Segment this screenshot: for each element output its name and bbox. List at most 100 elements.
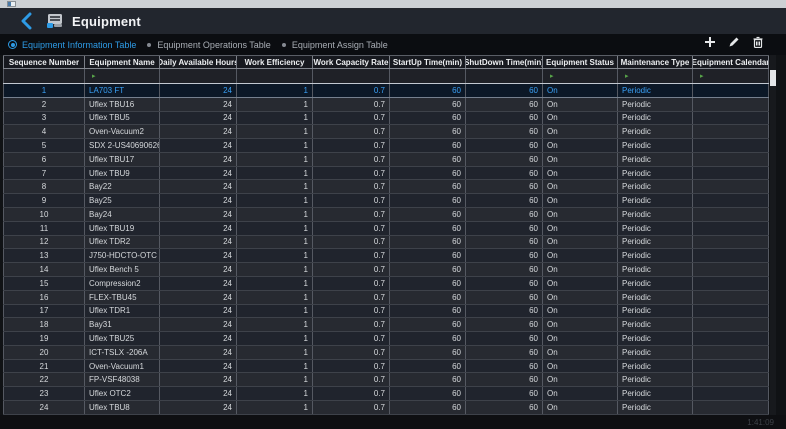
- filter-cell-daily_available_hours[interactable]: [160, 69, 237, 83]
- cell-shutdown_time: 60: [466, 222, 543, 235]
- back-button[interactable]: [19, 11, 35, 31]
- table-row[interactable]: 3Uflex TBU52410.76060OnPeriodic: [3, 112, 769, 126]
- filter-cell-sequence_number[interactable]: [3, 69, 85, 83]
- table-row[interactable]: 19Uflex TBU252410.76060OnPeriodic: [3, 332, 769, 346]
- column-header-sequence_number[interactable]: Sequence Number: [3, 56, 85, 68]
- add-button[interactable]: [703, 35, 716, 48]
- filter-cell-work_efficiency[interactable]: [237, 69, 313, 83]
- cell-equipment_name: Bay31: [85, 318, 160, 331]
- clock-text: 1:41:09: [747, 418, 774, 427]
- filter-cell-maintenance_type[interactable]: ▸: [618, 69, 693, 83]
- tab-equipment-assign-table[interactable]: Equipment Assign Table: [271, 40, 388, 50]
- cell-work_capacity_rate: 0.7: [313, 346, 390, 359]
- cell-shutdown_time: 60: [466, 84, 543, 97]
- column-header-work_capacity_rate[interactable]: Work Capacity Rate: [313, 56, 390, 68]
- table-row[interactable]: 12Uflex TDR22410.76060OnPeriodic: [3, 236, 769, 250]
- table-row[interactable]: 2Uflex TBU162410.76060OnPeriodic: [3, 98, 769, 112]
- table-row[interactable]: 4Oven-Vacuum22410.76060OnPeriodic: [3, 125, 769, 139]
- cell-sequence_number: 2: [3, 98, 85, 111]
- tab-equipment-information-table[interactable]: Equipment Information Table: [0, 40, 136, 50]
- cell-startup_time: 60: [390, 346, 466, 359]
- cell-maintenance_type: Periodic: [618, 346, 693, 359]
- cell-shutdown_time: 60: [466, 277, 543, 290]
- trash-icon: [752, 36, 764, 48]
- cell-work_efficiency: 1: [237, 318, 313, 331]
- table-row[interactable]: 13J750-HDCTO-OTC2410.76060OnPeriodic: [3, 249, 769, 263]
- cell-equipment_calendar: [693, 222, 769, 235]
- cell-startup_time: 60: [390, 139, 466, 152]
- filter-cell-startup_time[interactable]: [390, 69, 466, 83]
- table-body: 1LA703 FT2410.76060OnPeriodic2Uflex TBU1…: [3, 84, 775, 415]
- cell-daily_available_hours: 24: [160, 401, 237, 414]
- cell-sequence_number: 5: [3, 139, 85, 152]
- column-header-startup_time[interactable]: StartUp Time(min): [390, 56, 466, 68]
- filter-cell-shutdown_time[interactable]: [466, 69, 543, 83]
- column-header-shutdown_time[interactable]: ShutDown Time(min): [466, 56, 543, 68]
- column-header-equipment_status[interactable]: Equipment Status: [543, 56, 618, 68]
- edit-button[interactable]: [727, 35, 740, 48]
- cell-sequence_number: 12: [3, 236, 85, 249]
- table-row[interactable]: 1LA703 FT2410.76060OnPeriodic: [3, 84, 769, 98]
- cell-equipment_status: On: [543, 263, 618, 276]
- column-header-equipment_calendar[interactable]: Equipment Calendar: [693, 56, 769, 68]
- table-row[interactable]: 24Uflex TBU82410.76060OnPeriodic: [3, 401, 769, 415]
- cell-maintenance_type: Periodic: [618, 98, 693, 111]
- cell-equipment_status: On: [543, 318, 618, 331]
- table-row[interactable]: 22FP-VSF480382410.76060OnPeriodic: [3, 373, 769, 387]
- cell-daily_available_hours: 24: [160, 318, 237, 331]
- column-header-maintenance_type[interactable]: Maintenance Type: [618, 56, 693, 68]
- cell-equipment_calendar: [693, 236, 769, 249]
- table-row[interactable]: 18Bay312410.76060OnPeriodic: [3, 318, 769, 332]
- table-row[interactable]: 5SDX 2-US406906262410.76060OnPeriodic: [3, 139, 769, 153]
- equipment-machine-icon: [45, 11, 65, 31]
- table-row[interactable]: 16FLEX-TBU452410.76060OnPeriodic: [3, 291, 769, 305]
- column-header-equipment_name[interactable]: Equipment Name: [85, 56, 160, 68]
- table-row[interactable]: 6Uflex TBU172410.76060OnPeriodic: [3, 153, 769, 167]
- table-row[interactable]: 9Bay252410.76060OnPeriodic: [3, 194, 769, 208]
- table-row[interactable]: 23Uflex OTC22410.76060OnPeriodic: [3, 387, 769, 401]
- table-row[interactable]: 17Uflex TDR12410.76060OnPeriodic: [3, 305, 769, 319]
- cell-equipment_calendar: [693, 194, 769, 207]
- table-row[interactable]: 15Compression22410.76060OnPeriodic: [3, 277, 769, 291]
- tab-equipment-operations-table[interactable]: Equipment Operations Table: [136, 40, 270, 50]
- table-row[interactable]: 10Bay242410.76060OnPeriodic: [3, 208, 769, 222]
- filter-cell-equipment_status[interactable]: ▸: [543, 69, 618, 83]
- cell-shutdown_time: 60: [466, 332, 543, 345]
- cell-maintenance_type: Periodic: [618, 332, 693, 345]
- cell-maintenance_type: Periodic: [618, 236, 693, 249]
- bullet-icon: [147, 43, 151, 47]
- table-row[interactable]: 14Uflex Bench 52410.76060OnPeriodic: [3, 263, 769, 277]
- cell-equipment_status: On: [543, 360, 618, 373]
- filter-cell-work_capacity_rate[interactable]: [313, 69, 390, 83]
- cell-equipment_name: Uflex OTC2: [85, 387, 160, 400]
- cell-shutdown_time: 60: [466, 139, 543, 152]
- cell-shutdown_time: 60: [466, 401, 543, 414]
- column-header-work_efficiency[interactable]: Work Efficiency: [237, 56, 313, 68]
- cell-startup_time: 60: [390, 277, 466, 290]
- cell-sequence_number: 16: [3, 291, 85, 304]
- table-row[interactable]: 8Bay222410.76060OnPeriodic: [3, 180, 769, 194]
- table-row[interactable]: 7Uflex TBU92410.76060OnPeriodic: [3, 167, 769, 181]
- cell-work_capacity_rate: 0.7: [313, 360, 390, 373]
- table-row[interactable]: 11Uflex TBU192410.76060OnPeriodic: [3, 222, 769, 236]
- cell-work_efficiency: 1: [237, 387, 313, 400]
- column-header-daily_available_hours[interactable]: Daily Available Hours: [160, 56, 237, 68]
- delete-button[interactable]: [751, 35, 764, 48]
- filter-cell-equipment_calendar[interactable]: ▸: [693, 69, 769, 83]
- cell-daily_available_hours: 24: [160, 249, 237, 262]
- vertical-scrollbar[interactable]: [770, 55, 776, 415]
- filter-cell-equipment_name[interactable]: ▸: [85, 69, 160, 83]
- cell-equipment_calendar: [693, 305, 769, 318]
- pencil-icon: [728, 36, 740, 48]
- cell-daily_available_hours: 24: [160, 360, 237, 373]
- cell-work_capacity_rate: 0.7: [313, 249, 390, 262]
- cell-equipment_name: Uflex TDR1: [85, 305, 160, 318]
- equipment-table: Sequence NumberEquipment NameDaily Avail…: [3, 55, 775, 415]
- cell-sequence_number: 11: [3, 222, 85, 235]
- table-row[interactable]: 20ICT-TSLX -206A2410.76060OnPeriodic: [3, 346, 769, 360]
- cell-maintenance_type: Periodic: [618, 167, 693, 180]
- cell-daily_available_hours: 24: [160, 236, 237, 249]
- table-row[interactable]: 21Oven-Vacuum12410.76060OnPeriodic: [3, 360, 769, 374]
- scrollbar-thumb[interactable]: [770, 70, 776, 86]
- cell-maintenance_type: Periodic: [618, 401, 693, 414]
